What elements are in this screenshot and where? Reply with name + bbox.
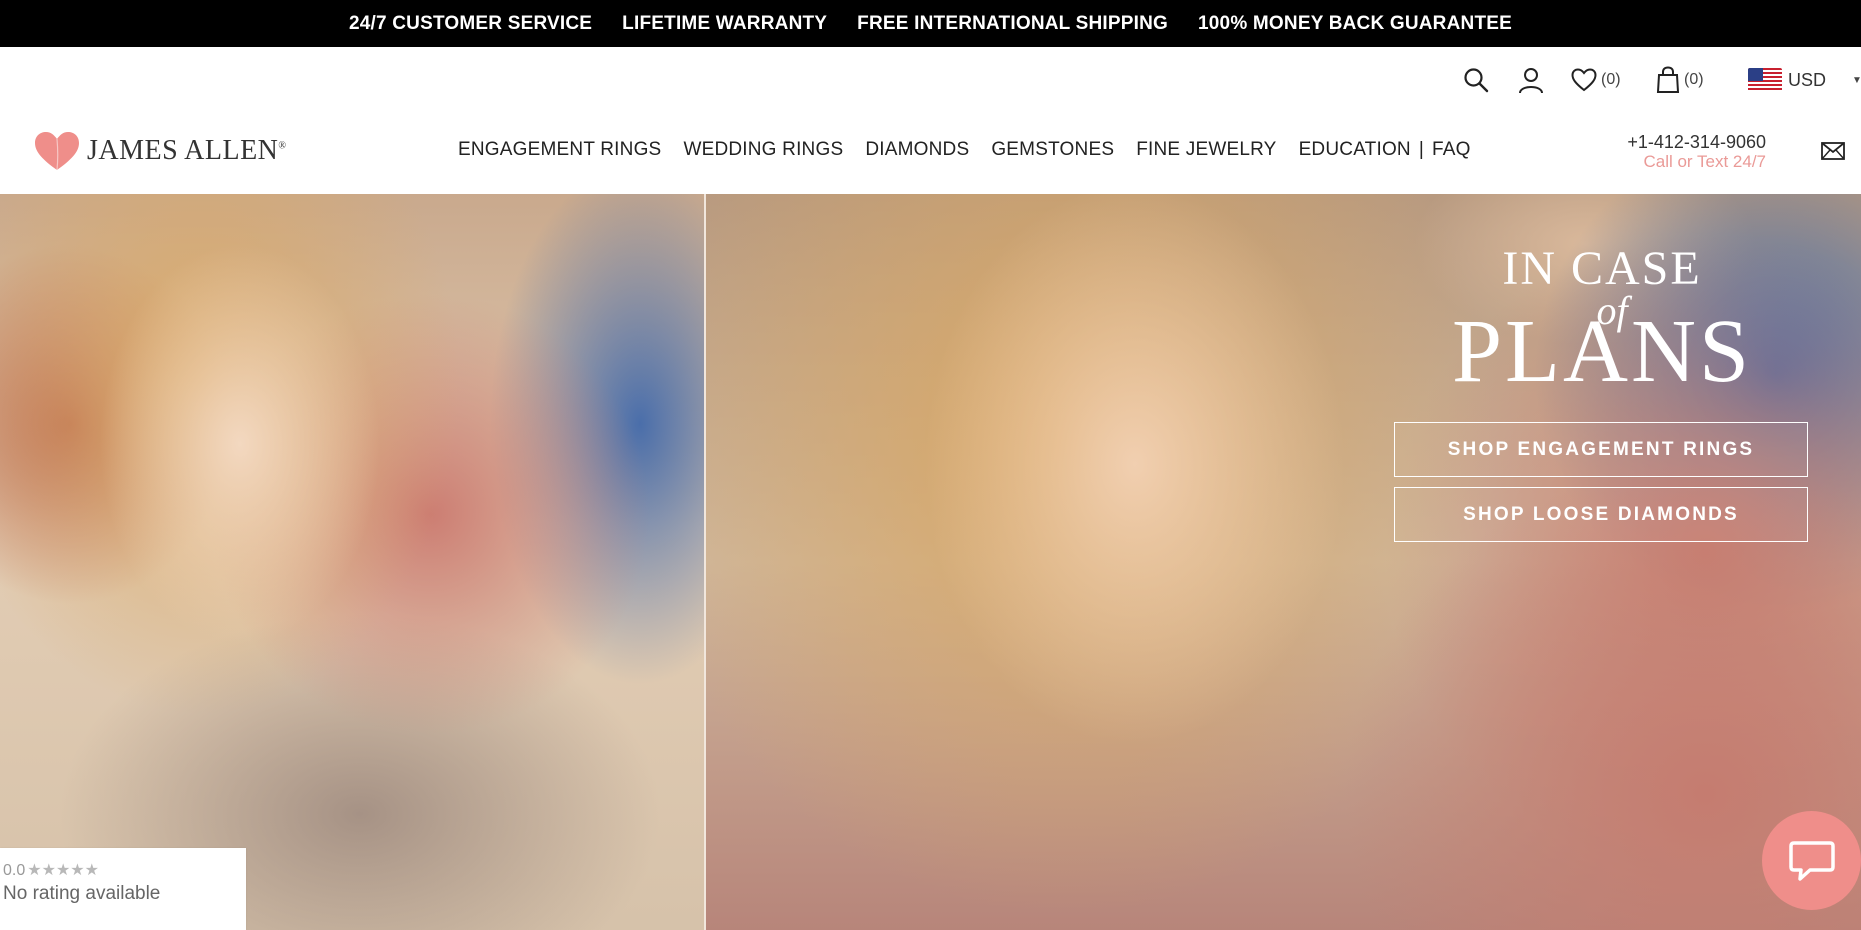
site-header: (0) (0) USD ▼ JAMES ALLEN® ENGAGEMENT RI… bbox=[0, 47, 1861, 194]
nav-fine-jewelry[interactable]: FINE JEWELRY bbox=[1136, 139, 1276, 161]
announcement-customer-service: 24/7 CUSTOMER SERVICE bbox=[348, 12, 593, 34]
cart-count: (0) bbox=[1684, 70, 1704, 88]
heart-logo-icon bbox=[35, 132, 79, 171]
search-button[interactable] bbox=[1463, 67, 1489, 93]
account-icon bbox=[1519, 68, 1543, 94]
hero-divider bbox=[704, 194, 706, 930]
search-icon bbox=[1464, 68, 1489, 93]
wishlist-button[interactable]: (0) bbox=[1571, 68, 1621, 92]
announcement-free-shipping: FREE INTERNATIONAL SHIPPING bbox=[857, 12, 1169, 34]
hero-image-left bbox=[0, 194, 705, 930]
hero-headline: IN CASE of PLANS bbox=[1394, 242, 1810, 401]
us-flag-icon bbox=[1748, 68, 1782, 92]
rating-status: No rating available bbox=[3, 883, 161, 904]
shop-loose-diamonds-button[interactable]: SHOP LOOSE DIAMONDS bbox=[1394, 487, 1808, 542]
main-nav: ENGAGEMENT RINGS WEDDING RINGS DIAMONDS … bbox=[458, 139, 1493, 161]
star-icons: ★★★★★ bbox=[27, 862, 99, 879]
logo-wordmark: JAMES ALLEN® bbox=[87, 135, 287, 167]
phone-subtext: Call or Text 24/7 bbox=[1643, 152, 1766, 171]
currency-selector[interactable]: USD ▼ bbox=[1748, 68, 1861, 92]
hero-headline-line-1: IN CASE bbox=[1502, 242, 1702, 295]
hero-headline-line-3: PLANS bbox=[1451, 302, 1753, 401]
chat-button[interactable] bbox=[1762, 811, 1861, 910]
rating-stars: 0.0 ★★★★★ bbox=[3, 860, 246, 880]
logo-registered-mark: ® bbox=[278, 140, 287, 152]
account-button[interactable] bbox=[1518, 67, 1544, 94]
nav-engagement-rings[interactable]: ENGAGEMENT RINGS bbox=[458, 139, 661, 161]
cart-button[interactable]: (0) bbox=[1656, 66, 1704, 93]
rating-score: 0.0 bbox=[3, 862, 26, 879]
nav-education[interactable]: EDUCATION bbox=[1299, 139, 1411, 161]
nav-gemstones[interactable]: GEMSTONES bbox=[991, 139, 1114, 161]
announcement-money-back: 100% MONEY BACK GUARANTEE bbox=[1198, 12, 1512, 34]
currency-label: USD bbox=[1788, 69, 1827, 90]
nav-faq[interactable]: FAQ bbox=[1432, 139, 1471, 161]
email-button[interactable] bbox=[1821, 142, 1845, 165]
bag-icon bbox=[1656, 66, 1680, 93]
heart-icon bbox=[1571, 68, 1597, 92]
nav-wedding-rings[interactable]: WEDDING RINGS bbox=[683, 139, 843, 161]
phone-number: +1-412-314-9060 bbox=[1627, 132, 1766, 152]
rating-widget[interactable]: 0.0 ★★★★★ No rating available bbox=[0, 848, 246, 930]
announcement-bar: 24/7 CUSTOMER SERVICE LIFETIME WARRANTY … bbox=[0, 0, 1861, 47]
chat-icon bbox=[1788, 840, 1835, 881]
chevron-down-icon: ▼ bbox=[1852, 74, 1861, 86]
wishlist-count: (0) bbox=[1601, 71, 1621, 88]
announcement-lifetime-warranty: LIFETIME WARRANTY bbox=[622, 12, 828, 34]
shop-engagement-rings-button[interactable]: SHOP ENGAGEMENT RINGS bbox=[1394, 422, 1808, 477]
james-allen-logo[interactable]: JAMES ALLEN® bbox=[33, 130, 287, 172]
logo-text: JAMES ALLEN bbox=[87, 135, 279, 166]
nav-diamonds[interactable]: DIAMONDS bbox=[865, 139, 969, 161]
nav-separator: | bbox=[1418, 139, 1424, 160]
mail-icon bbox=[1821, 142, 1845, 160]
phone-contact[interactable]: +1-412-314-9060 Call or Text 24/7 bbox=[1627, 132, 1766, 172]
